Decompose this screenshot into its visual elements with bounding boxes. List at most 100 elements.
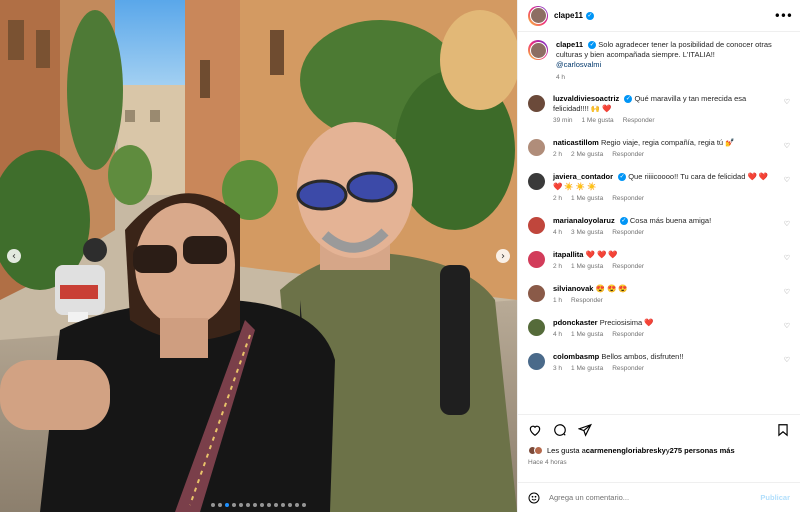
carousel-dot[interactable] xyxy=(232,503,236,507)
carousel-dot[interactable] xyxy=(239,503,243,507)
verified-badge-icon: ✓ xyxy=(585,11,594,20)
comment-text: Cosa más buena amiga! xyxy=(629,216,712,225)
carousel-dot[interactable] xyxy=(267,503,271,507)
comment-text: 😍 😍 😍 xyxy=(595,284,628,293)
verified-badge-icon: ✓ xyxy=(618,173,627,182)
carousel-dot[interactable] xyxy=(211,503,215,507)
comment-item: javiera_contador ✓ Que riiiicoooo!! Tu c… xyxy=(528,172,790,202)
carousel-dot[interactable] xyxy=(302,503,306,507)
commenter-avatar[interactable] xyxy=(528,353,545,370)
carousel-dot[interactable] xyxy=(295,503,299,507)
commenter-username[interactable]: colombasmp xyxy=(553,352,599,361)
comment-text: ❤️ ❤️ ❤️ xyxy=(585,250,618,259)
comment-likes-count[interactable]: 2 Me gusta xyxy=(571,151,603,158)
carousel-dot[interactable] xyxy=(260,503,264,507)
comment-time: 1 h xyxy=(553,297,563,304)
post-dialog: ‹ › clape11 ✓ ••• clape11 ✓ Solo agradec… xyxy=(0,0,800,512)
comment-item: silvianovak 😍 😍 😍 1 h Responder ♡ xyxy=(528,284,790,304)
post-side-panel: clape11 ✓ ••• clape11 ✓ Solo agradecer t… xyxy=(517,0,800,512)
comment-heart-icon[interactable]: ♡ xyxy=(784,356,790,364)
carousel-dots xyxy=(0,503,517,507)
carousel-dot[interactable] xyxy=(274,503,278,507)
verified-badge-icon: ✓ xyxy=(619,217,628,226)
comment-time: 39 min xyxy=(553,117,573,124)
more-icon[interactable]: ••• xyxy=(774,9,793,23)
comment-item: pdonckaster Preciosisima ❤️ 4 h 1 Me gusta… xyxy=(528,318,790,338)
comment-heart-icon[interactable]: ♡ xyxy=(784,288,790,296)
comment-heart-icon[interactable]: ♡ xyxy=(784,254,790,262)
author-username[interactable]: clape11 xyxy=(554,11,583,20)
heart-icon[interactable] xyxy=(528,423,542,437)
likes-user-link[interactable]: carmenengloriabresky xyxy=(586,446,666,455)
comment-likes-count[interactable]: 1 Me gusta xyxy=(571,263,603,270)
comment-likes-count[interactable]: 3 Me gusta xyxy=(571,229,603,236)
commenter-username[interactable]: pdonckaster xyxy=(553,318,598,327)
likes-others-link[interactable]: 275 personas más xyxy=(670,446,735,455)
caption-author-avatar[interactable] xyxy=(528,40,548,60)
reply-button[interactable]: Responder xyxy=(623,117,655,124)
reply-button[interactable]: Responder xyxy=(612,263,644,270)
comment-item: marianaloyolaruz ✓ Cosa más buena amiga!… xyxy=(528,216,790,236)
comment-text: Preciosisima ❤️ xyxy=(599,318,654,327)
post-photo[interactable]: ‹ › xyxy=(0,0,517,512)
carousel-dot[interactable] xyxy=(218,503,222,507)
carousel-dot[interactable] xyxy=(225,503,229,507)
carousel-dot[interactable] xyxy=(246,503,250,507)
commenter-avatar[interactable] xyxy=(528,139,545,156)
comment-item: itapallita ❤️ ❤️ ❤️ 2 h 1 Me gusta Responde… xyxy=(528,250,790,270)
carousel-dot[interactable] xyxy=(288,503,292,507)
post-actions: Les gusta a carmenengloriabresky y 275 p… xyxy=(518,414,800,482)
carousel-dot[interactable] xyxy=(281,503,285,507)
reply-button[interactable]: Responder xyxy=(612,195,644,202)
comment-time: 3 h xyxy=(553,365,563,372)
commenter-avatar[interactable] xyxy=(528,217,545,234)
reply-button[interactable]: Responder xyxy=(612,151,644,158)
commenter-avatar[interactable] xyxy=(528,319,545,336)
reply-button[interactable]: Responder xyxy=(612,331,644,338)
commenter-username[interactable]: javiera_contador xyxy=(553,172,613,181)
comment-item: naticastillom Regio viaje, regia compañí… xyxy=(528,138,790,158)
comment-likes-count[interactable]: 1 Me gusta xyxy=(571,331,603,338)
author-avatar[interactable] xyxy=(528,5,548,26)
verified-badge-icon: ✓ xyxy=(624,95,633,104)
reply-button[interactable]: Responder xyxy=(612,229,644,236)
share-icon[interactable] xyxy=(578,423,592,437)
chevron-right-icon[interactable]: › xyxy=(496,249,510,263)
comment-heart-icon[interactable]: ♡ xyxy=(784,142,790,150)
comments-list[interactable]: clape11 ✓ Solo agradecer tener la posibi… xyxy=(518,32,800,414)
reply-button[interactable]: Responder xyxy=(571,297,603,304)
comment-icon[interactable] xyxy=(553,423,567,437)
comment-likes-count[interactable]: 1 Me gusta xyxy=(582,117,614,124)
verified-badge-icon: ✓ xyxy=(588,41,597,50)
commenter-username[interactable]: naticastillom xyxy=(553,138,599,147)
commenter-avatar[interactable] xyxy=(528,251,545,268)
commenter-username[interactable]: marianaloyolaruz xyxy=(553,216,615,225)
comment-item: colombasmp Bellos ambos, disfruten!! 3 h 1… xyxy=(528,352,790,372)
post-caption: clape11 ✓ Solo agradecer tener la posibi… xyxy=(528,40,790,81)
comment-likes-count[interactable]: 1 Me gusta xyxy=(571,365,603,372)
commenter-username[interactable]: itapallita xyxy=(553,250,583,259)
comment-heart-icon[interactable]: ♡ xyxy=(784,176,790,184)
commenter-username[interactable]: luzvaldiviesoactriz xyxy=(553,94,619,103)
commenter-avatar[interactable] xyxy=(528,285,545,302)
chevron-left-icon[interactable]: ‹ xyxy=(7,249,21,263)
bookmark-icon[interactable] xyxy=(776,423,790,437)
commenter-username[interactable]: silvianovak xyxy=(553,284,593,293)
comment-likes-count[interactable]: 1 Me gusta xyxy=(571,195,603,202)
carousel-dot[interactable] xyxy=(253,503,257,507)
commenter-avatar[interactable] xyxy=(528,95,545,112)
caption-mention[interactable]: @carlosvalmi xyxy=(556,60,601,69)
comment-heart-icon[interactable]: ♡ xyxy=(784,322,790,330)
comment-input[interactable] xyxy=(549,493,752,502)
comment-heart-icon[interactable]: ♡ xyxy=(784,220,790,228)
publish-button[interactable]: Publicar xyxy=(760,493,790,502)
comment-time: 2 h xyxy=(553,263,563,270)
emoji-icon[interactable] xyxy=(528,492,540,504)
caption-time: 4 h xyxy=(556,74,566,81)
comment-time: 4 h xyxy=(553,229,563,236)
comment-heart-icon[interactable]: ♡ xyxy=(784,98,790,106)
caption-author[interactable]: clape11 xyxy=(556,40,583,49)
post-timestamp: Hace 4 horas xyxy=(528,459,567,466)
commenter-avatar[interactable] xyxy=(528,173,545,190)
reply-button[interactable]: Responder xyxy=(612,365,644,372)
